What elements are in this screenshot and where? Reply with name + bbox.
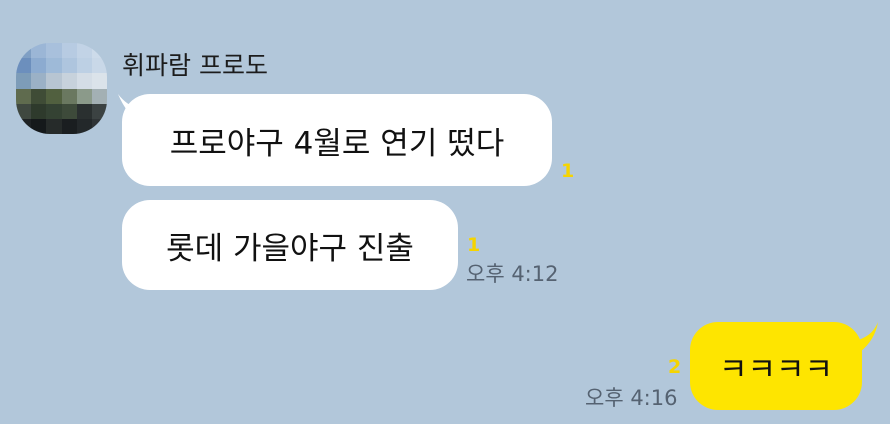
unread-count: 2 — [668, 356, 682, 378]
unread-count: 1 — [467, 234, 481, 256]
incoming-message-bubble[interactable]: 프로야구 4월로 연기 떴다 — [122, 94, 552, 186]
sender-name: 휘파람 프로도 — [122, 51, 268, 80]
outgoing-message-bubble[interactable]: ㅋㅋㅋㅋ — [690, 322, 862, 410]
incoming-message-bubble[interactable]: 롯데 가을야구 진출 — [122, 200, 458, 290]
unread-count: 1 — [561, 160, 575, 182]
avatar[interactable] — [16, 43, 107, 134]
message-text: 롯데 가을야구 진출 — [166, 230, 414, 267]
message-text: 프로야구 4월로 연기 떴다 — [169, 125, 505, 162]
message-text: ㅋㅋㅋㅋ — [718, 351, 834, 388]
message-timestamp: 오후 4:12 — [466, 262, 559, 286]
message-timestamp: 오후 4:16 — [585, 386, 678, 410]
